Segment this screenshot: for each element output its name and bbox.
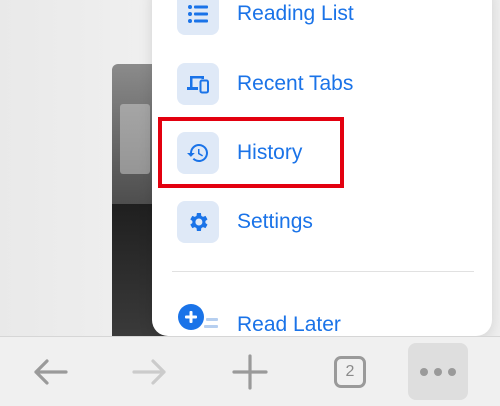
- overflow-menu: Reading List Recent Tabs History Setting…: [152, 0, 492, 336]
- tab-count-icon: 2: [334, 355, 366, 388]
- bottom-toolbar: 2: [0, 336, 500, 406]
- history-icon: [177, 132, 219, 174]
- more-icon: [408, 343, 468, 400]
- list-icon: [177, 0, 219, 35]
- new-tab-button[interactable]: [222, 337, 278, 406]
- plus-icon: [232, 353, 268, 390]
- forward-arrow-icon: [132, 358, 166, 385]
- menu-divider: [172, 271, 474, 272]
- menu-item-label: History: [237, 141, 303, 164]
- tab-count: 2: [345, 362, 355, 380]
- back-arrow-icon: [34, 358, 68, 385]
- devices-icon: [177, 63, 219, 105]
- menu-item-reading-list[interactable]: Reading List: [177, 0, 477, 35]
- menu-item-history[interactable]: History: [177, 132, 477, 174]
- menu-item-label: Reading List: [237, 2, 354, 25]
- menu-item-label: Settings: [237, 210, 313, 233]
- menu-item-label: Recent Tabs: [237, 72, 354, 95]
- tab-switcher-button[interactable]: 2: [322, 337, 378, 406]
- forward-button[interactable]: [122, 337, 178, 406]
- back-button[interactable]: [22, 337, 78, 406]
- menu-item-recent-tabs[interactable]: Recent Tabs: [177, 63, 477, 105]
- more-button[interactable]: [408, 337, 468, 406]
- menu-item-settings[interactable]: Settings: [177, 201, 477, 243]
- gear-icon: [177, 201, 219, 243]
